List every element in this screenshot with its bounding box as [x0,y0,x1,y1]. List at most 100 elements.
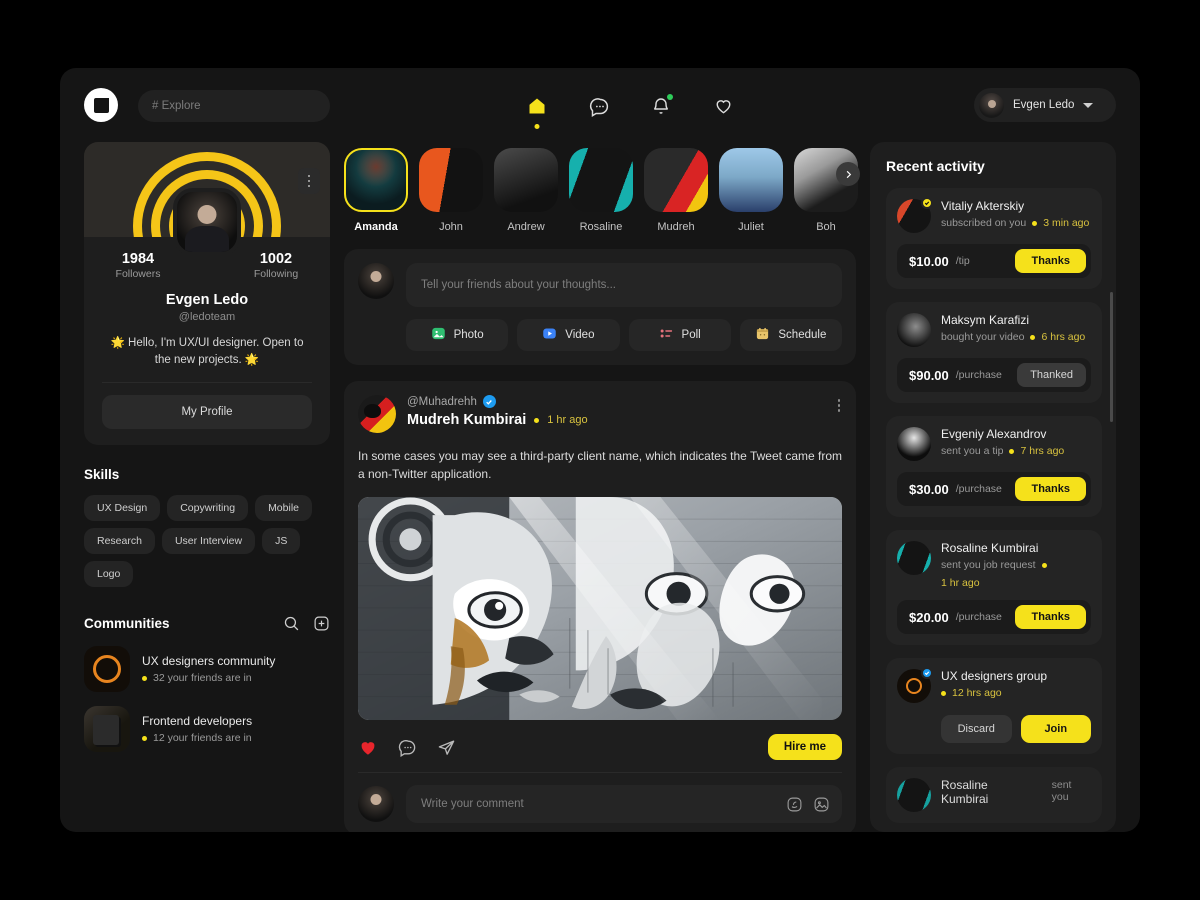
community-item[interactable]: Frontend developers 12 your friends are … [84,706,330,752]
skill-chip[interactable]: User Interview [162,528,255,554]
story-thumbnail [719,148,783,212]
skill-chip[interactable]: Logo [84,561,133,587]
story-item[interactable]: Andrew [494,148,558,233]
profile-more-options-button[interactable] [298,168,320,194]
activity-item-group[interactable]: UX designers group 12 hrs ago Discard Jo… [886,658,1102,754]
thanks-button[interactable]: Thanks [1015,477,1086,501]
discard-button[interactable]: Discard [941,715,1012,743]
status-dot-icon [142,736,147,741]
status-dot-icon [941,691,946,696]
community-name: UX designers community [142,654,275,668]
story-thumbnail [644,148,708,212]
activity-item[interactable]: Rosaline Kumbirai sent you [886,767,1102,823]
add-schedule-button[interactable]: Schedule [740,319,842,351]
add-photo-button[interactable]: Photo [406,319,508,351]
activity-amount-unit: /purchase [956,369,1002,381]
messages-icon[interactable] [586,93,612,119]
search-icon[interactable] [283,615,300,632]
community-item[interactable]: UX designers community 32 your friends a… [84,646,330,692]
activity-avatar [897,669,931,703]
app-logo-icon[interactable] [84,88,118,122]
video-icon [542,326,557,344]
hire-me-button[interactable]: Hire me [768,734,842,760]
thanks-button[interactable]: Thanks [1015,249,1086,273]
home-icon[interactable] [524,93,550,119]
post-image[interactable] [358,497,842,720]
comment-input[interactable] [421,798,776,810]
post-card: @Muhadrehh Mudreh Kumbirai 1 hr ago In s… [344,381,856,832]
skill-chip[interactable]: JS [262,528,300,554]
thanks-button[interactable]: Thanks [1015,605,1086,629]
skill-chip[interactable]: UX Design [84,495,160,521]
post-header: @Muhadrehh Mudreh Kumbirai 1 hr ago [358,395,842,433]
story-item[interactable]: Juliet [719,148,783,233]
user-menu[interactable]: Evgen Ledo [974,88,1116,122]
join-button[interactable]: Join [1021,715,1092,743]
user-avatar [979,93,1004,118]
activity-item[interactable]: Vitaliy Akterskiy subscribed on you 3 mi… [886,188,1102,289]
activity-item[interactable]: Rosaline Kumbirai sent you job request 1… [886,530,1102,645]
community-friends: 12 your friends are in [142,732,252,744]
schedule-icon [755,326,770,344]
attach-image-icon[interactable] [813,796,830,813]
like-button[interactable] [358,738,378,757]
following-stat[interactable]: 1002 Following [244,251,308,280]
share-button[interactable] [437,738,456,757]
activity-amount-unit: /purchase [956,483,1002,495]
verified-badge-icon [483,395,496,408]
activity-action: bought your video [941,331,1024,343]
communities-title: Communities [84,616,170,631]
add-poll-button[interactable]: Poll [629,319,731,351]
skill-chip[interactable]: Research [84,528,155,554]
composer-input[interactable] [406,263,842,307]
story-item[interactable]: Rosaline [569,148,633,233]
profile-bio: 🌟 Hello, I'm UX/UI designer. Open to the… [84,323,330,368]
following-count: 1002 [244,251,308,267]
comment-box[interactable] [406,785,842,823]
activity-avatar [897,778,931,812]
activity-avatar [897,541,931,575]
story-item[interactable]: Mudreh [644,148,708,233]
comment-button[interactable] [398,738,417,757]
activity-time: 1 hr ago [941,577,980,589]
likes-icon[interactable] [710,93,736,119]
activity-amount: $30.00 [909,482,949,497]
story-item[interactable]: Amanda [344,148,408,233]
search-input[interactable] [138,90,330,122]
skill-chip[interactable]: Mobile [255,495,312,521]
emoji-icon[interactable] [786,796,803,813]
composer-card: Photo Video Poll [344,249,856,365]
post-more-options-button[interactable] [838,399,841,412]
post-author-avatar[interactable] [358,395,396,433]
my-profile-button[interactable]: My Profile [102,395,312,429]
add-video-button[interactable]: Video [517,319,619,351]
following-label: Following [244,268,308,280]
activity-item[interactable]: Evgeniy Alexandrov sent you a tip 7 hrs … [886,416,1102,517]
activity-action: subscribed on you [941,217,1026,229]
story-thumbnail [569,148,633,212]
post-handle-row: @Muhadrehh [407,395,588,408]
profile-avatar [173,188,241,256]
story-item[interactable]: Boh [794,148,858,233]
notifications-icon[interactable] [648,93,674,119]
activity-item[interactable]: Maksym Karafizi bought your video 6 hrs … [886,302,1102,403]
thanked-button[interactable]: Thanked [1017,363,1086,387]
add-community-icon[interactable] [313,615,330,632]
main-nav [500,86,760,126]
followers-stat[interactable]: 1984 Followers [106,251,170,280]
skill-chip[interactable]: Copywriting [167,495,248,521]
activity-user-name: Evgeniy Alexandrov [941,427,1064,441]
story-thumbnail [419,148,483,212]
activity-avatar [897,427,931,461]
skills-list: UX Design Copywriting Mobile Research Us… [84,495,330,587]
activity-group-name: UX designers group [941,669,1047,683]
user-name: Evgen Ledo [1013,99,1074,111]
activity-amount: $10.00 [909,254,949,269]
activity-scrollbar[interactable] [1110,292,1113,422]
activity-user-name: Rosaline Kumbirai [941,541,1091,555]
activity-amount: $20.00 [909,610,949,625]
stories-next-button[interactable] [836,162,860,186]
story-item[interactable]: John [419,148,483,233]
add-poll-label: Poll [682,329,701,341]
composer-actions: Photo Video Poll [406,319,842,351]
